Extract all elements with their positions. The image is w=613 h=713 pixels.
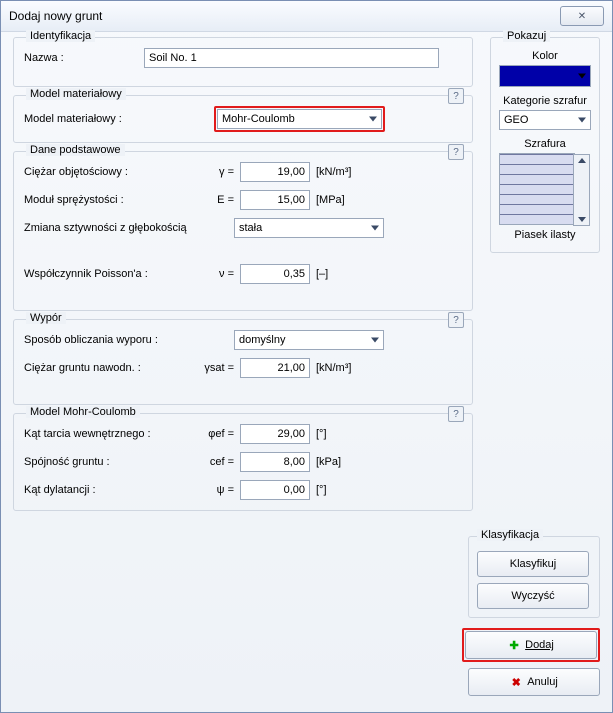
add-button[interactable]: ✚ Dodaj — [465, 631, 597, 659]
hatch-pattern-preview[interactable] — [499, 153, 575, 225]
material-model-legend: Model materiałowy — [26, 88, 126, 100]
uplift-group: Wypór ? Sposób obliczania wyporu : Cięża… — [13, 319, 473, 405]
uplift-method-label: Sposób obliczania wyporu : — [24, 334, 234, 346]
psi-symbol: ψ = — [174, 484, 240, 496]
friction-angle-label: Kąt tarcia wewnętrznego : — [24, 428, 174, 440]
mohr-coulomb-legend: Model Mohr-Coulomb — [26, 406, 140, 418]
hatch-label: Szrafura — [499, 138, 591, 150]
name-input[interactable] — [144, 48, 439, 68]
color-select[interactable] — [499, 65, 591, 87]
material-model-select[interactable] — [217, 109, 382, 129]
chevron-down-icon[interactable] — [578, 217, 586, 222]
mohr-coulomb-group: Model Mohr-Coulomb ? Kąt tarcia wewnętrz… — [13, 413, 473, 511]
poisson-unit: [–] — [316, 268, 328, 280]
cohesion-unit: [kPa] — [316, 456, 341, 468]
add-button-highlight: ✚ Dodaj — [462, 628, 600, 662]
classify-button[interactable]: Klasyfikuj — [477, 551, 589, 577]
material-model-highlight — [214, 106, 385, 132]
classification-group: Klasyfikacja Klasyfikuj Wyczyść — [468, 536, 600, 618]
chevron-up-icon[interactable] — [578, 158, 586, 163]
basic-data-legend: Dane podstawowe — [26, 144, 125, 156]
unit-weight-unit: [kN/m³] — [316, 166, 351, 178]
stiffness-change-label: Zmiana sztywności z głębokością — [24, 222, 234, 234]
gamma-symbol: γ = — [174, 166, 240, 178]
window-title: Dodaj nowy grunt — [9, 9, 102, 23]
dilatancy-unit: [°] — [316, 484, 327, 496]
friction-angle-input[interactable] — [240, 424, 310, 444]
e-symbol: E = — [174, 194, 240, 206]
friction-angle-unit: [°] — [316, 428, 327, 440]
hatch-scrollbar[interactable] — [573, 154, 590, 226]
help-icon[interactable]: ? — [448, 144, 464, 160]
c-symbol: cef = — [174, 456, 240, 468]
sat-weight-input[interactable] — [240, 358, 310, 378]
uplift-legend: Wypór — [26, 312, 66, 324]
elastic-modulus-input[interactable] — [240, 190, 310, 210]
hatch-category-label: Kategorie szrafur — [499, 95, 591, 107]
help-icon[interactable]: ? — [448, 406, 464, 422]
basic-data-group: Dane podstawowe ? Ciężar objętościowy : … — [13, 151, 473, 311]
cohesion-label: Spójność gruntu : — [24, 456, 174, 468]
name-label: Nazwa : — [24, 52, 144, 64]
material-model-label: Model materiałowy : — [24, 113, 214, 125]
poisson-label: Współczynnik Poisson'a : — [24, 268, 174, 280]
display-legend: Pokazuj — [503, 30, 550, 42]
cohesion-input[interactable] — [240, 452, 310, 472]
gammasat-symbol: γsat = — [174, 362, 240, 374]
color-label: Kolor — [499, 50, 591, 62]
clear-button[interactable]: Wyczyść — [477, 583, 589, 609]
uplift-method-select[interactable] — [234, 330, 384, 350]
plus-icon: ✚ — [508, 639, 520, 651]
sat-weight-unit: [kN/m³] — [316, 362, 351, 374]
nu-symbol: ν = — [174, 268, 240, 280]
sat-weight-label: Ciężar gruntu nawodn. : — [24, 362, 174, 374]
elastic-modulus-unit: [MPa] — [316, 194, 345, 206]
dilatancy-label: Kąt dylatancji : — [24, 484, 174, 496]
unit-weight-input[interactable] — [240, 162, 310, 182]
dilatancy-input[interactable] — [240, 480, 310, 500]
close-button[interactable]: ✕ — [560, 6, 604, 26]
help-icon[interactable]: ? — [448, 312, 464, 328]
poisson-input[interactable] — [240, 264, 310, 284]
identification-group: Identyfikacja Nazwa : — [13, 37, 473, 87]
cancel-icon: ✖ — [510, 676, 522, 688]
hatch-category-select[interactable] — [499, 110, 591, 130]
identification-legend: Identyfikacja — [26, 30, 95, 42]
classification-legend: Klasyfikacja — [477, 529, 543, 541]
phi-symbol: φef = — [174, 428, 240, 440]
cancel-button[interactable]: ✖ Anuluj — [468, 668, 600, 696]
help-icon[interactable]: ? — [448, 88, 464, 104]
elastic-modulus-label: Moduł sprężystości : — [24, 194, 174, 206]
display-group: Pokazuj Kolor Kategorie szrafur Szrafura — [490, 37, 600, 253]
stiffness-change-select[interactable] — [234, 218, 384, 238]
material-model-group: Model materiałowy ? Model materiałowy : — [13, 95, 473, 143]
unit-weight-label: Ciężar objętościowy : — [24, 166, 174, 178]
hatch-pattern-name: Piasek ilasty — [499, 229, 591, 241]
